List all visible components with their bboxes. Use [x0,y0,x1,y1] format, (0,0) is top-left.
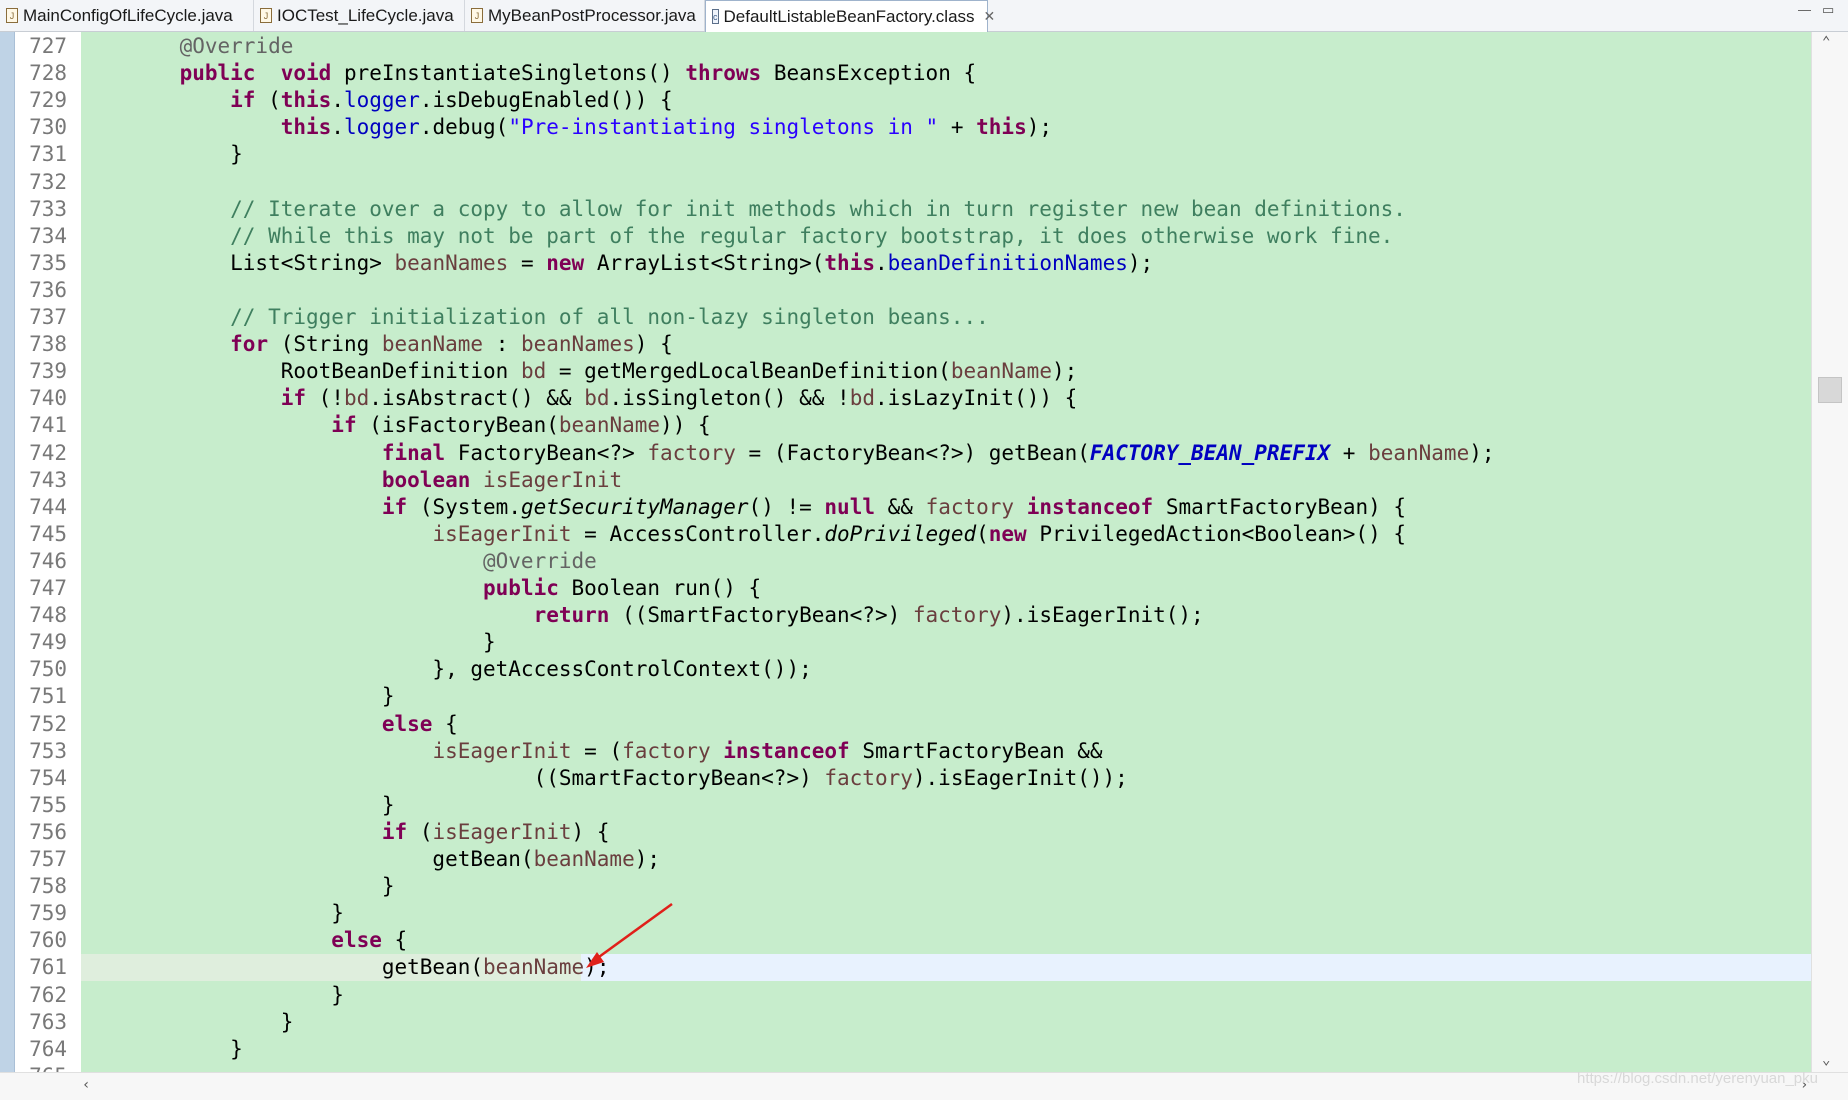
code-editor[interactable]: 727 @Override 728 public void preInstanti… [0,32,1848,1088]
java-file-icon: J [260,8,272,23]
class-file-icon: c [712,9,719,24]
tab-label: MyBeanPostProcessor.java [488,5,696,25]
red-arrow-annotation [586,902,673,968]
tab-label: MainConfigOfLifeCycle.java [23,5,233,25]
java-file-icon: J [6,8,18,23]
minimize-icon[interactable]: — [1798,2,1811,17]
tab-label: DefaultListableBeanFactory.class [723,6,975,26]
scroll-up-icon[interactable]: ⌃ [1822,34,1830,50]
tab-label: IOCTest_LifeCycle.java [277,5,454,25]
vertical-scrollbar[interactable]: ⌃ ⌄ [1811,32,1848,1072]
editor-tab-bar: J MainConfigOfLifeCycle.java J IOCTest_L… [0,0,1848,32]
tab-ioctest-lifecycle[interactable]: J IOCTest_LifeCycle.java [254,0,465,31]
watermark: https://blog.csdn.net/yerenyuan_pku [1577,1070,1818,1087]
tab-mybeanpostprocessor[interactable]: J MyBeanPostProcessor.java [465,0,705,31]
horizontal-scrollbar[interactable]: ‹ › [0,1072,1848,1100]
tab-defaultlistablebeanfactory[interactable]: c DefaultListableBeanFactory.class ✕ [705,0,995,32]
scrollbar-thumb[interactable] [1818,377,1842,403]
close-tab-icon[interactable]: ✕ [984,8,996,25]
maximize-icon[interactable]: ▭ [1822,2,1834,18]
scroll-down-icon[interactable]: ⌄ [1822,1052,1830,1068]
tab-mainconfigoflifecycle[interactable]: J MainConfigOfLifeCycle.java [0,0,254,31]
java-file-icon: J [471,8,483,23]
scroll-left-icon[interactable]: ‹ [82,1077,90,1093]
